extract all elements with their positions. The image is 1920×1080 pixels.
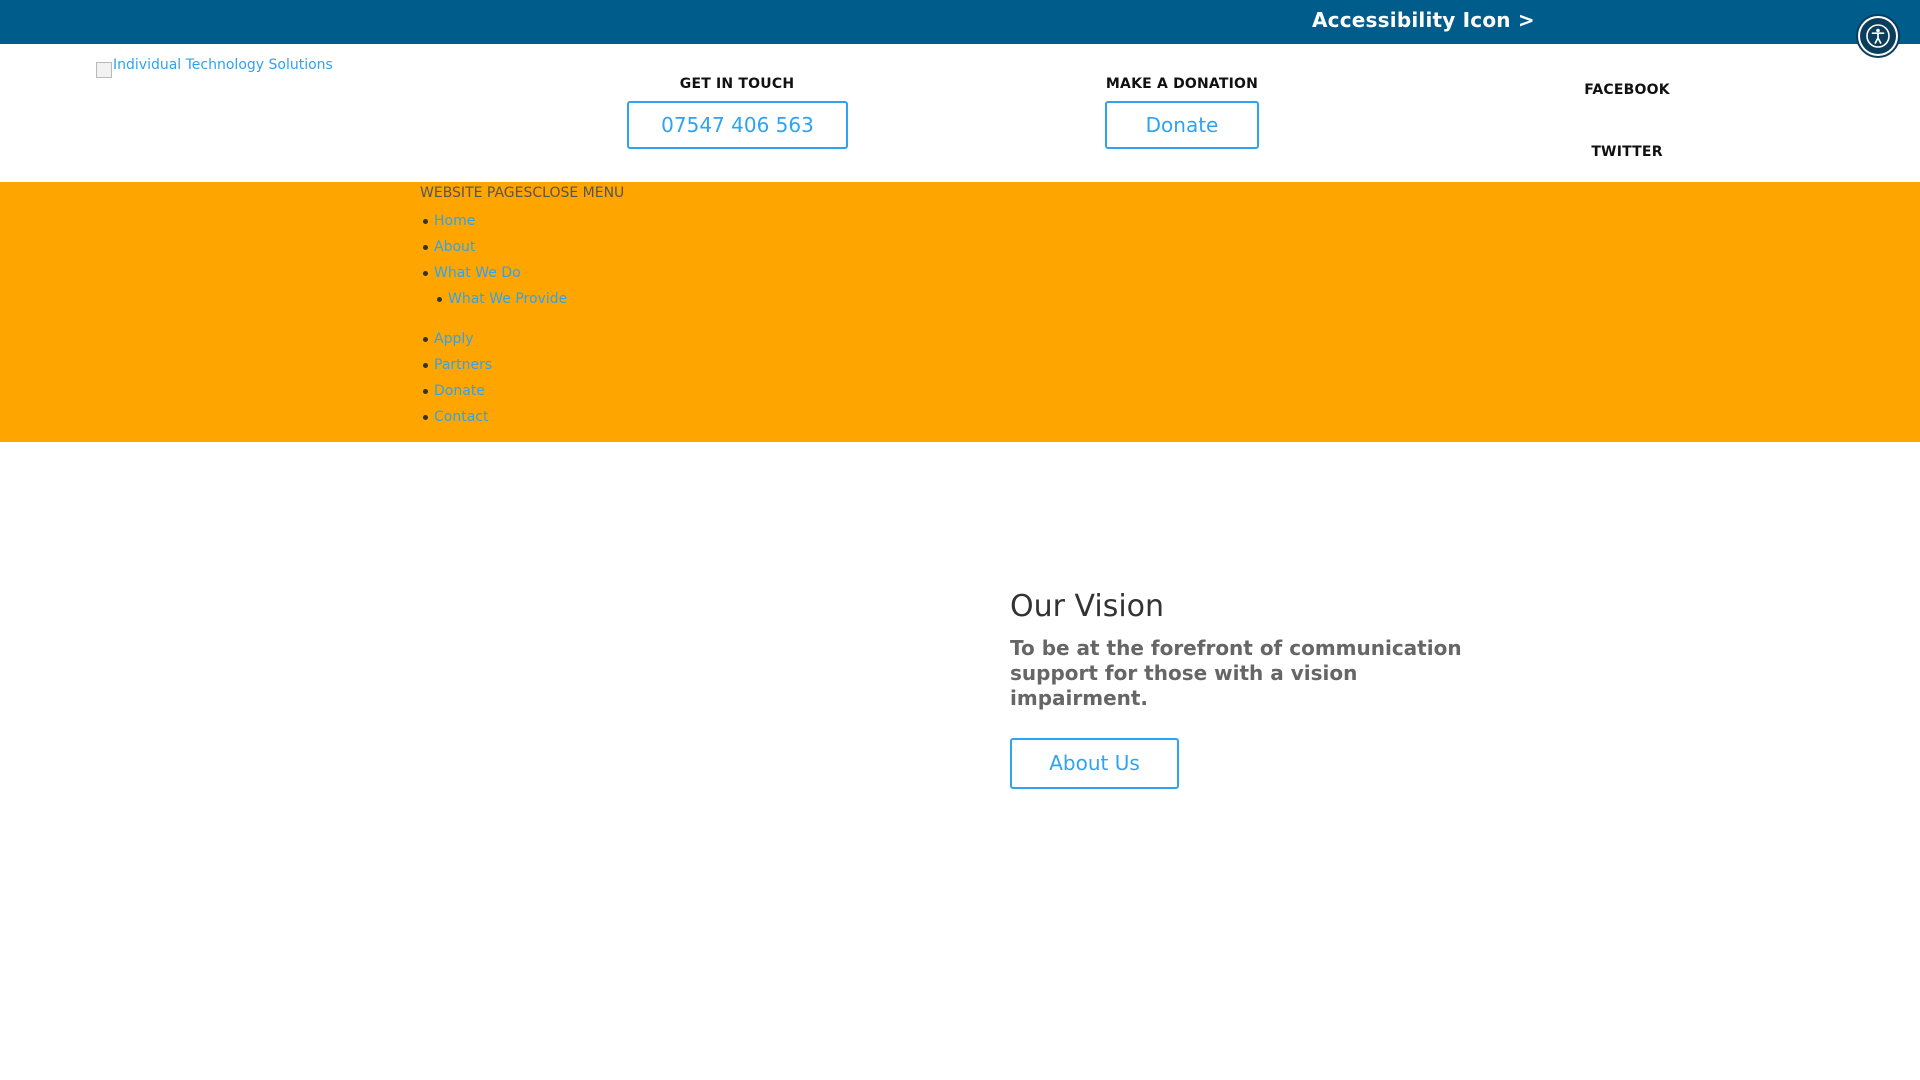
menu-item-home: Home [420,208,567,234]
menu-link-contact[interactable]: Contact [434,409,488,425]
site-logo[interactable]: Individual Technology Solutions [96,52,333,78]
facebook-link[interactable]: FACEBOOK [1567,52,1687,98]
menu-title[interactable]: WEBSITE PAGESCLOSE MENU [420,185,624,201]
logo-alt-text: Individual Technology Solutions [113,57,333,73]
facebook-icon [1567,52,1687,78]
menu-item-about: About [420,234,567,260]
mobile-menu-panel: WEBSITE PAGESCLOSE MENU Home About What … [0,182,1920,442]
menu-link-what-we-provide[interactable]: What We Provide [448,291,567,307]
menu-item-apply: Apply [420,326,567,352]
menu-item-what-we-provide: What We Provide [420,286,567,312]
twitter-label: TWITTER [1591,144,1663,160]
menu-item-what-we-do: What We Do [420,260,567,286]
twitter-link[interactable]: TWITTER [1567,114,1687,160]
site-header: Individual Technology Solutions GET IN T… [0,44,1920,182]
about-us-button[interactable]: About Us [1010,738,1179,789]
menu-item-partners: Partners [420,352,567,378]
menu-link-home[interactable]: Home [434,213,475,229]
donation-label: MAKE A DONATION [1105,76,1259,92]
accessibility-button[interactable] [1856,14,1900,58]
top-bar: Accessibility Icon > [0,0,1920,44]
broken-image-icon [96,62,112,78]
donation-block: MAKE A DONATION Donate [1105,76,1259,149]
get-in-touch-label: GET IN TOUCH [679,76,795,92]
vision-heading: Our Vision [1010,589,1165,624]
menu-link-partners[interactable]: Partners [434,357,492,373]
facebook-label: FACEBOOK [1584,82,1670,98]
twitter-icon [1567,114,1687,140]
phone-button[interactable]: 07547 406 563 [627,101,848,149]
accessibility-text: Accessibility Icon > [1312,8,1535,32]
accessibility-person-icon [1860,18,1896,54]
menu-list: Home About What We Do What We Provide Ap… [420,208,567,430]
donate-button[interactable]: Donate [1105,101,1259,149]
menu-link-about[interactable]: About [434,239,475,255]
menu-item-contact: Contact [420,404,567,430]
menu-link-what-we-do[interactable]: What We Do [434,265,521,281]
vision-tagline: To be at the forefront of communication … [1010,636,1462,710]
menu-item-donate: Donate [420,378,567,404]
get-in-touch-block: GET IN TOUCH 07547 406 563 [627,76,848,149]
menu-link-donate[interactable]: Donate [434,383,485,399]
vision-section: Our Vision To be at the forefront of com… [1010,582,1490,789]
menu-link-apply[interactable]: Apply [434,331,474,347]
